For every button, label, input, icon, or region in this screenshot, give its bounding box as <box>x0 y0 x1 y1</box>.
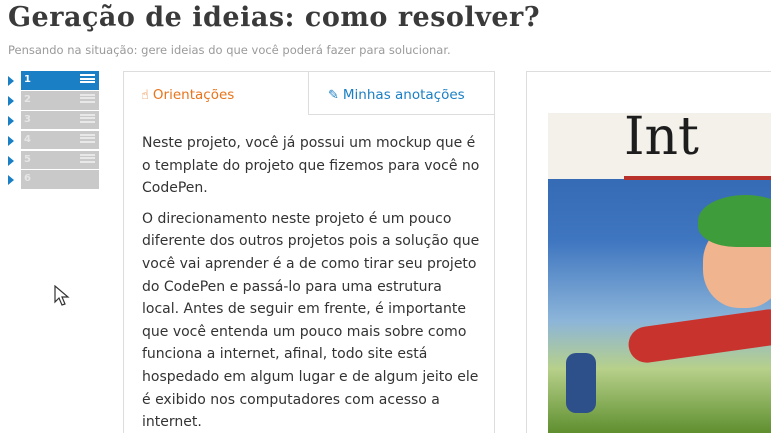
step-number: 4 <box>24 133 31 145</box>
edit-icon: ✎ <box>328 88 339 103</box>
page-title: Geração de ideias: como resolver? <box>8 2 541 33</box>
hand-pointer-icon: ☝ <box>141 88 149 103</box>
cover-title: Int <box>624 113 699 167</box>
tab-label: Minhas anotações <box>342 87 465 103</box>
instructions-panel: ☝ Orientações ✎ Minhas anotações Neste pro… <box>123 71 495 433</box>
step-item-4[interactable]: 4 <box>8 130 99 150</box>
step-number: 6 <box>24 173 31 185</box>
list-icon <box>80 93 95 106</box>
step-number: 1 <box>24 74 31 85</box>
caret-right-icon <box>8 76 14 86</box>
step-number: 5 <box>24 153 31 165</box>
tab-label: Orientações <box>152 87 235 103</box>
tab-minhas-anotacoes[interactable]: ✎ Minhas anotações <box>309 72 494 115</box>
step-item-3[interactable]: 3 <box>8 110 99 130</box>
step-number: 2 <box>24 93 31 105</box>
list-icon <box>80 153 95 166</box>
step-item-6[interactable]: 6 <box>8 170 99 190</box>
list-icon <box>80 74 95 86</box>
list-icon <box>80 113 95 126</box>
step-item-2[interactable]: 2 <box>8 90 99 110</box>
caret-right-icon <box>8 175 14 186</box>
caret-right-icon <box>8 95 14 106</box>
book-cover-image: Int <box>548 113 771 433</box>
step-navigation: 1 2 3 4 5 6 <box>8 71 99 190</box>
content-paragraph: Neste projeto, você já possui um mockup … <box>142 135 480 197</box>
tab-orientacoes[interactable]: ☝ Orientações <box>124 72 309 115</box>
list-icon <box>80 133 95 146</box>
caret-right-icon <box>8 135 14 146</box>
step-item-5[interactable]: 5 <box>8 150 99 170</box>
page-subtitle: Pensando na situação: gere ideias do que… <box>8 43 451 57</box>
tab-content: Neste projeto, você já possui um mockup … <box>142 132 482 442</box>
caret-right-icon <box>8 115 14 126</box>
caret-right-icon <box>8 155 14 166</box>
mouse-cursor-icon <box>54 285 70 306</box>
step-number: 3 <box>24 113 31 125</box>
step-item-1[interactable]: 1 <box>8 71 99 90</box>
content-paragraph: O direcionamento neste projeto é um pouc… <box>142 210 480 431</box>
